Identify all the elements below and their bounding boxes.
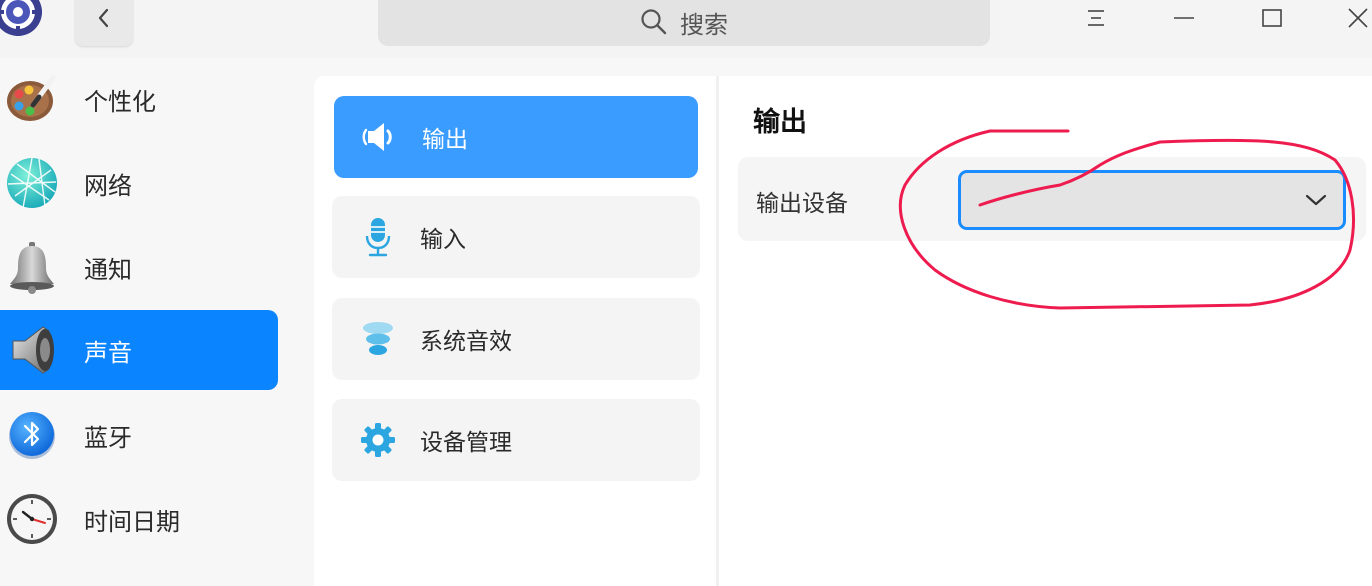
- sidebar-item-personalization[interactable]: 个性化: [0, 59, 278, 139]
- minimize-button[interactable]: [1162, 0, 1206, 36]
- sidebar-item-label: 时间日期: [84, 507, 180, 536]
- close-icon: [1348, 8, 1368, 28]
- sound-nav-output[interactable]: 输出: [334, 96, 698, 178]
- sound-nav-label: 输出: [422, 127, 468, 153]
- maximize-icon: [1262, 9, 1282, 27]
- sidebar-item-network[interactable]: 网络: [0, 143, 278, 223]
- back-button[interactable]: [75, 0, 133, 46]
- sidebar-item-sound[interactable]: 声音: [0, 310, 278, 390]
- sidebar-item-notification[interactable]: 通知: [0, 227, 278, 307]
- output-device-row: 输出设备: [738, 157, 1366, 241]
- section-title: 输出: [753, 107, 807, 138]
- bell-icon: [10, 242, 54, 294]
- search-placeholder: 搜索: [680, 10, 728, 39]
- palette-icon: [7, 75, 56, 121]
- chevron-down-icon: [1305, 194, 1327, 206]
- search-icon: [641, 9, 667, 35]
- maximize-button[interactable]: [1250, 0, 1294, 36]
- gear-icon: [358, 420, 398, 460]
- sidebar-item-label: 蓝牙: [84, 423, 132, 452]
- settings-sidebar: 个性化 网络 通知 声音 蓝牙 时间日期: [0, 58, 297, 586]
- sidebar-item-datetime[interactable]: 时间日期: [0, 479, 278, 559]
- sound-nav-panel: 输出 输入 系统音效 设备管理: [314, 76, 716, 586]
- close-button[interactable]: [1336, 0, 1372, 36]
- sidebar-item-bluetooth[interactable]: 蓝牙: [0, 395, 278, 475]
- output-device-label: 输出设备: [756, 191, 848, 217]
- sound-nav-system-effects[interactable]: 系统音效: [332, 298, 700, 380]
- speaker-output-icon: [360, 117, 400, 157]
- sound-nav-device-management[interactable]: 设备管理: [332, 399, 700, 481]
- microphone-icon: [358, 217, 398, 257]
- minimize-icon: [1174, 17, 1194, 19]
- bluetooth-icon: [9, 412, 55, 459]
- sidebar-item-label: 网络: [84, 171, 132, 200]
- sound-nav-label: 系统音效: [420, 329, 512, 355]
- output-device-select[interactable]: [958, 170, 1346, 230]
- sound-nav-label: 输入: [420, 227, 466, 253]
- system-sound-icon: [358, 319, 398, 359]
- menu-icon: [1088, 10, 1104, 26]
- network-globe-icon: [7, 157, 57, 209]
- sidebar-item-label: 声音: [84, 338, 132, 367]
- sound-nav-input[interactable]: 输入: [332, 196, 700, 278]
- chevron-left-icon: [98, 8, 109, 28]
- speaker-icon: [12, 326, 54, 374]
- search-input[interactable]: 搜索: [378, 0, 990, 46]
- sidebar-item-label: 通知: [84, 255, 132, 284]
- output-settings-panel: 输出 输出设备: [719, 76, 1372, 586]
- app-logo: [0, 0, 42, 36]
- title-bar: 搜索: [0, 0, 1372, 58]
- menu-button[interactable]: [1074, 0, 1118, 36]
- sound-nav-label: 设备管理: [420, 430, 512, 456]
- clock-icon: [7, 494, 57, 544]
- sidebar-item-label: 个性化: [84, 87, 156, 116]
